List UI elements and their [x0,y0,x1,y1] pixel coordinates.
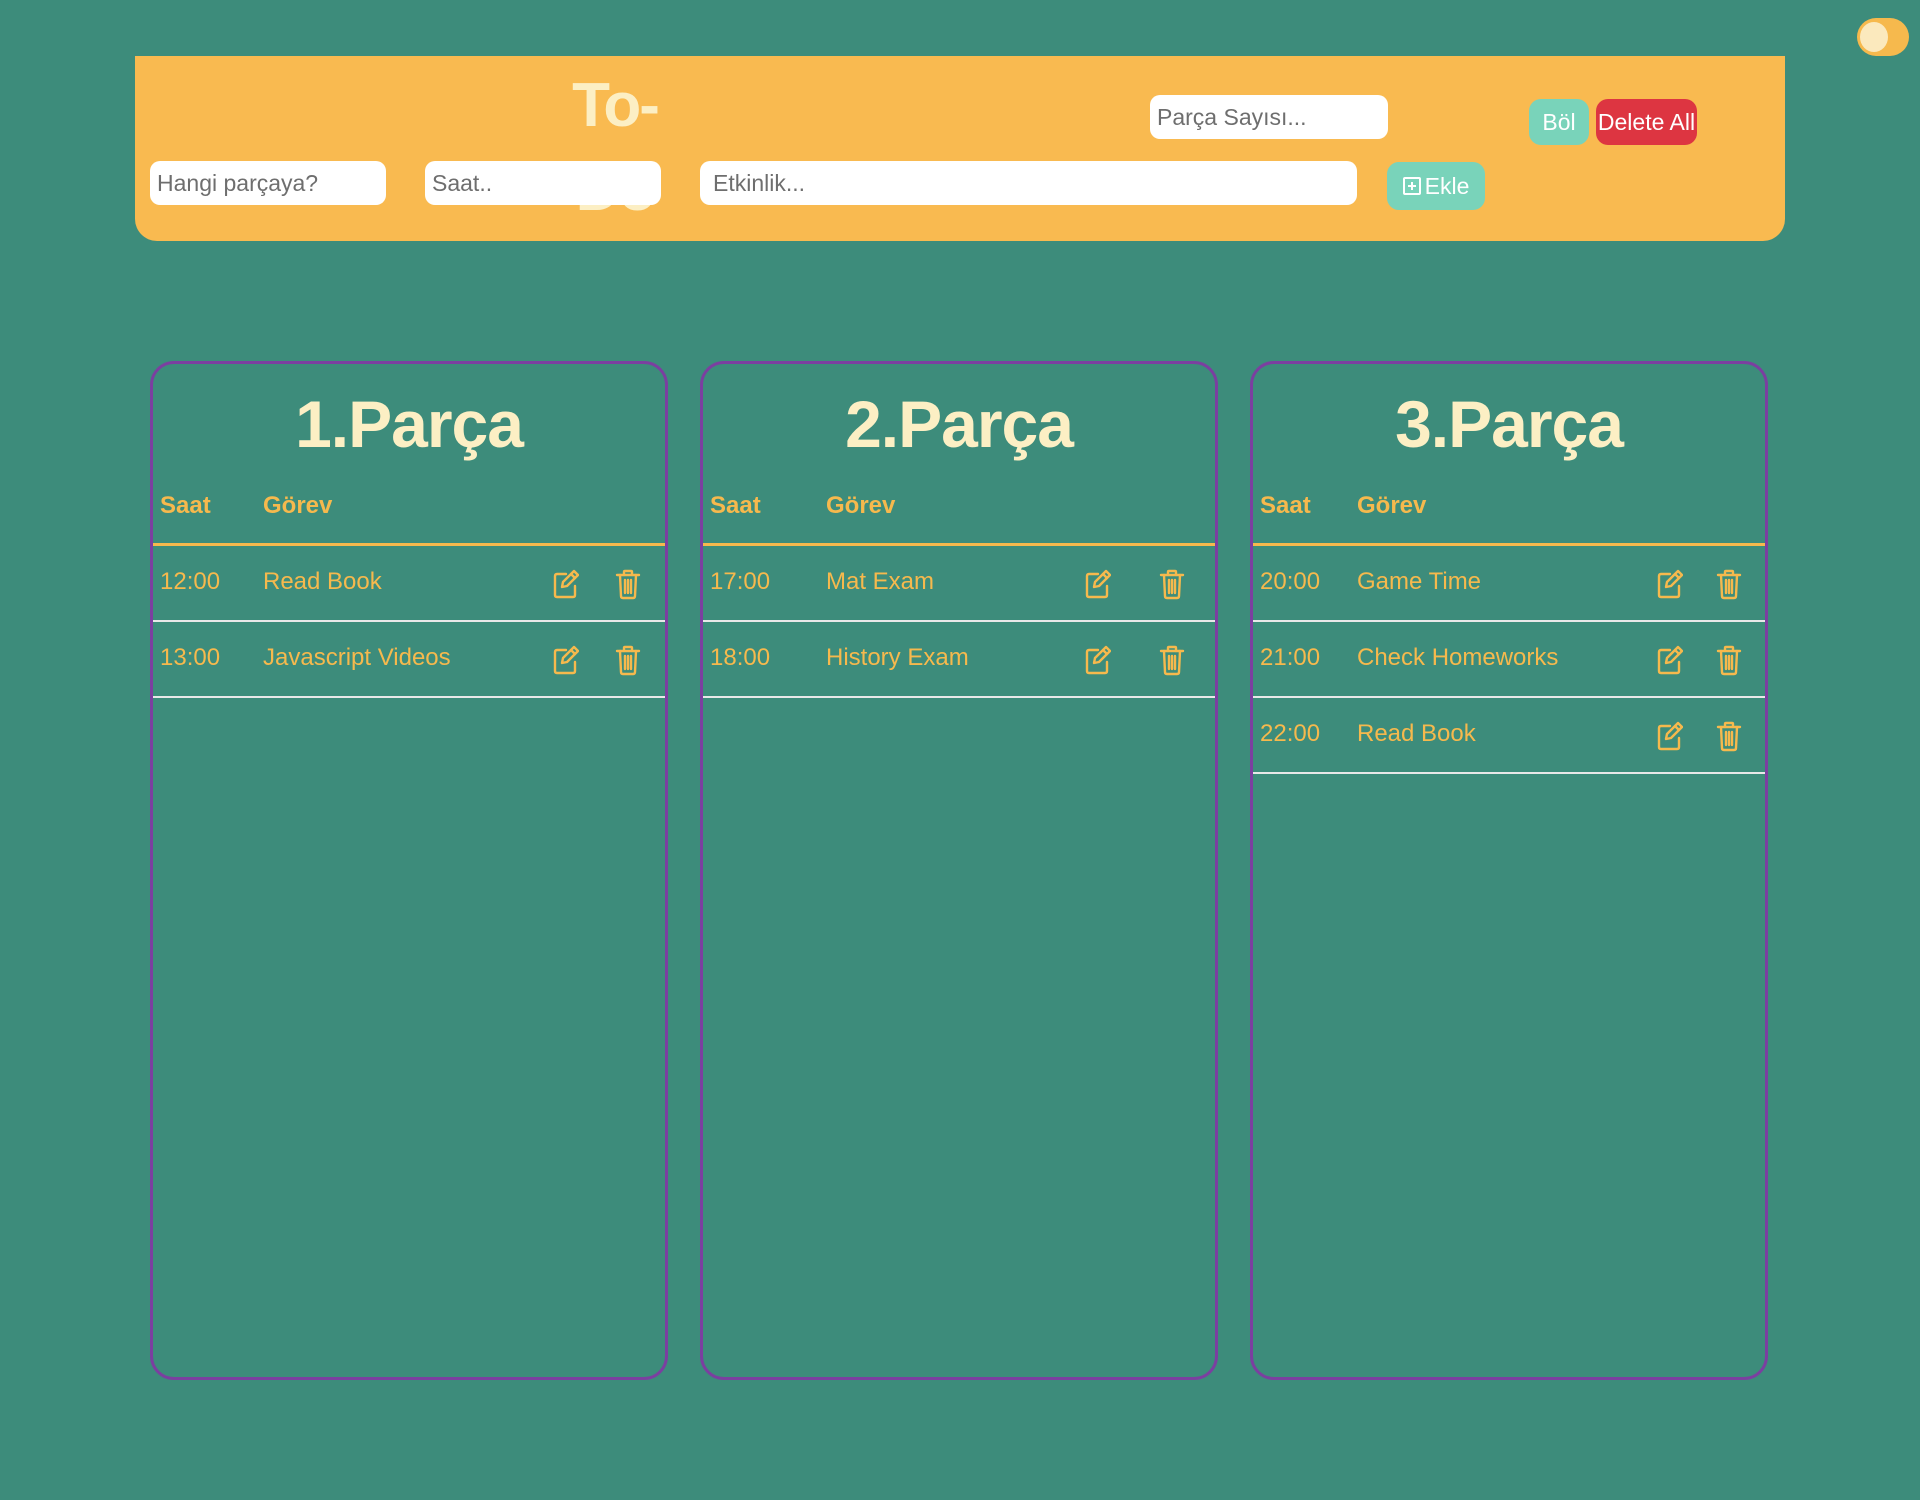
header-bar: To-Do [135,56,1785,241]
table-row: 20:00 Game Time [1253,546,1765,622]
edit-icon[interactable] [553,644,579,676]
table-row: 18:00 History Exam [703,622,1215,698]
row-divider [153,696,665,698]
edit-icon[interactable] [1085,644,1111,676]
panel-title: 2.Parça [845,387,1074,461]
row-task: History Exam [826,644,969,671]
row-time: 18:00 [710,644,771,671]
row-task: Check Homeworks [1357,644,1559,671]
page-title: To-Do [572,71,660,224]
segment-count-input[interactable] [1150,95,1388,139]
trash-icon[interactable] [615,644,641,676]
delete-all-button[interactable]: Delete All [1596,99,1697,145]
panel-title: 1.Parça [295,387,524,461]
time-input[interactable] [425,161,661,205]
add-button[interactable]: Ekle [1387,162,1485,210]
segment-panel-1: 1.Parça Saat Görev 12:00 Read Book 13:00… [150,361,668,1380]
trash-icon[interactable] [1716,568,1742,600]
panel-title: 3.Parça [1395,387,1624,461]
add-button-label: Ekle [1424,172,1470,199]
trash-icon[interactable] [615,568,641,600]
toggle-knob [1860,22,1888,52]
row-divider [1253,772,1765,774]
edit-icon[interactable] [553,568,579,600]
column-header-task: Görev [263,492,333,519]
row-task: Mat Exam [826,568,935,595]
edit-icon[interactable] [1657,568,1683,600]
row-time: 21:00 [1260,644,1321,671]
row-task: Read Book [263,568,382,595]
table-row: 21:00 Check Homeworks [1253,622,1765,698]
column-header-time: Saat [160,492,211,519]
theme-toggle[interactable] [1857,18,1909,56]
edit-icon[interactable] [1657,644,1683,676]
trash-icon[interactable] [1159,568,1185,600]
row-time: 17:00 [710,568,771,595]
row-task: Game Time [1357,568,1482,595]
segment-panel-3: 3.Parça Saat Görev 20:00 Game Time 21:00… [1250,361,1768,1380]
edit-icon[interactable] [1657,720,1683,752]
split-button[interactable]: Böl [1529,99,1589,145]
column-header-time: Saat [710,492,761,519]
trash-icon[interactable] [1716,644,1742,676]
which-segment-input[interactable] [150,161,386,205]
trash-icon[interactable] [1716,720,1742,752]
edit-icon[interactable] [1085,568,1111,600]
table-row: 22:00 Read Book [1253,698,1765,774]
plus-square-icon [1402,177,1421,195]
event-input[interactable] [700,161,1357,205]
row-time: 13:00 [160,644,221,671]
column-header-task: Görev [826,492,896,519]
row-divider [703,696,1215,698]
table-row: 12:00 Read Book [153,546,665,622]
row-time: 12:00 [160,568,221,595]
segment-panel-2: 2.Parça Saat Görev 17:00 Mat Exam 18:00 … [700,361,1218,1380]
row-time: 20:00 [1260,568,1321,595]
column-header-task: Görev [1357,492,1427,519]
table-row: 13:00 Javascript Videos [153,622,665,698]
row-time: 22:00 [1260,720,1321,747]
table-row: 17:00 Mat Exam [703,546,1215,622]
column-header-time: Saat [1260,492,1311,519]
row-task: Javascript Videos [263,644,451,671]
trash-icon[interactable] [1159,644,1185,676]
row-task: Read Book [1357,720,1476,747]
